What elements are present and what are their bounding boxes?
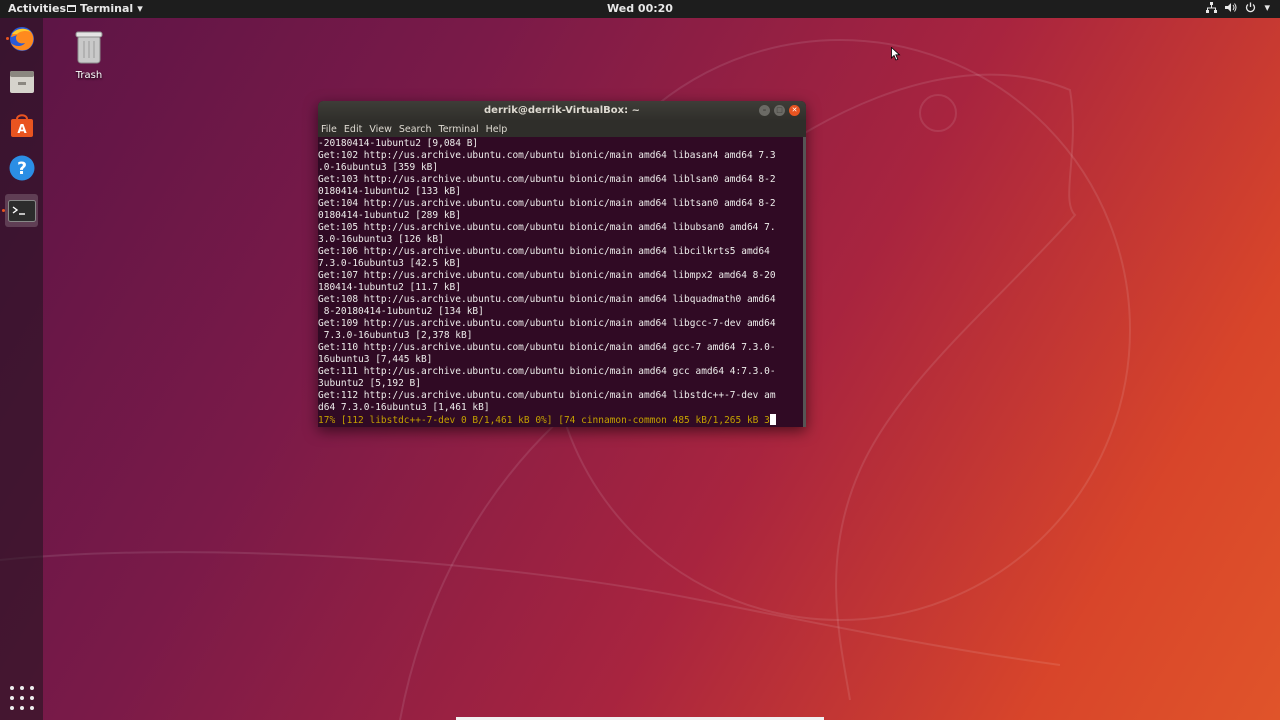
menu-item-edit[interactable]: Edit (344, 124, 362, 135)
dock-item-software[interactable]: A (5, 108, 38, 141)
software-center-icon: A (10, 113, 33, 137)
trash-label: Trash (75, 70, 103, 81)
terminal-line: Get:104 http://us.archive.ubuntu.com/ubu… (318, 198, 776, 209)
terminal-window[interactable]: derrik@derrik-VirtualBox: ~ – □ ✕ File Ed… (318, 101, 806, 427)
terminal-line: 3ubuntu2 [5,192 B] (318, 378, 421, 389)
desktop: Activities Terminal ▾ Wed 00:20 ▾ A ? Tr… (0, 0, 1280, 720)
power-icon (1246, 2, 1256, 13)
text-cursor (769, 414, 776, 425)
dock: A ? (0, 18, 43, 720)
files-icon (9, 70, 34, 93)
dock-item-terminal[interactable] (2, 194, 38, 227)
menu-item-help[interactable]: Help (486, 124, 508, 135)
terminal-menubar: File Edit View Search Terminal Help (318, 121, 806, 137)
trash-icon (75, 31, 103, 64)
top-bar: Activities Terminal ▾ Wed 00:20 ▾ (0, 0, 1280, 18)
dock-item-help[interactable]: ? (5, 151, 38, 184)
menu-item-search[interactable]: Search (399, 124, 432, 135)
terminal-titlebar[interactable]: derrik@derrik-VirtualBox: ~ – □ ✕ (318, 101, 806, 121)
svg-text:?: ? (17, 159, 27, 179)
svg-text:A: A (17, 122, 27, 136)
terminal-line: Get:109 http://us.archive.ubuntu.com/ubu… (318, 318, 776, 329)
menu-item-file[interactable]: File (321, 124, 337, 135)
system-tray[interactable]: ▾ (1206, 1, 1270, 14)
mouse-pointer-icon (891, 47, 901, 61)
terminal-line: Get:107 http://us.archive.ubuntu.com/ubu… (318, 270, 776, 281)
show-applications-icon[interactable] (10, 686, 34, 710)
terminal-line: Get:102 http://us.archive.ubuntu.com/ubu… (318, 150, 776, 161)
menu-item-terminal[interactable]: Terminal (439, 124, 479, 135)
clock[interactable]: Wed 00:20 (0, 2, 1280, 15)
progress-text: 17% [112 libstdc++-7-dev 0 B/1,461 kB 0%… (318, 415, 770, 426)
firefox-icon (9, 26, 34, 51)
dock-item-files[interactable] (5, 65, 38, 98)
terminal-icon (7, 199, 36, 222)
terminal-progress-line: 17% [112 libstdc++-7-dev 0 B/1,461 kB 0%… (318, 414, 806, 427)
network-icon (1206, 2, 1218, 13)
terminal-line: Get:111 http://us.archive.ubuntu.com/ubu… (318, 366, 776, 377)
terminal-line: Get:110 http://us.archive.ubuntu.com/ubu… (318, 342, 776, 353)
minimize-button[interactable]: – (759, 105, 770, 116)
volume-icon (1225, 3, 1237, 12)
terminal-line: 7.3.0-16ubuntu3 [2,378 kB] (318, 330, 473, 341)
maximize-button[interactable]: □ (774, 105, 785, 116)
terminal-line: 0180414-1ubuntu2 [289 kB] (318, 210, 461, 221)
running-indicator (2, 209, 5, 212)
terminal-line: 3.0-16ubuntu3 [126 kB] (318, 234, 444, 245)
terminal-line: 0180414-1ubuntu2 [133 kB] (318, 186, 461, 197)
terminal-line: Get:103 http://us.archive.ubuntu.com/ubu… (318, 174, 776, 185)
dock-item-firefox[interactable] (5, 22, 38, 55)
terminal-line: d64 7.3.0-16ubuntu3 [1,461 kB] (318, 402, 490, 413)
help-icon: ? (9, 155, 34, 180)
window-title: derrik@derrik-VirtualBox: ~ (484, 105, 640, 116)
terminal-line: 7.3.0-16ubuntu3 [42.5 kB] (318, 258, 461, 269)
terminal-line: Get:112 http://us.archive.ubuntu.com/ubu… (318, 390, 776, 401)
terminal-line: Get:106 http://us.archive.ubuntu.com/ubu… (318, 246, 770, 257)
terminal-line: 8-20180414-1ubuntu2 [134 kB] (318, 306, 484, 317)
terminal-line: 180414-1ubuntu2 [11.7 kB] (318, 282, 461, 293)
terminal-output[interactable]: -20180414-1ubuntu2 [9,084 B] Get:102 http… (318, 137, 806, 414)
close-button[interactable]: ✕ (789, 105, 800, 116)
menu-item-view[interactable]: View (369, 124, 392, 135)
terminal-line: Get:105 http://us.archive.ubuntu.com/ubu… (318, 222, 776, 233)
chevron-down-icon: ▾ (1264, 1, 1270, 14)
terminal-line: -20180414-1ubuntu2 [9,084 B] (318, 138, 479, 149)
terminal-line: Get:108 http://us.archive.ubuntu.com/ubu… (318, 294, 776, 305)
terminal-scrollbar[interactable] (803, 137, 806, 427)
desktop-trash[interactable]: Trash (72, 30, 106, 81)
terminal-line: .0-16ubuntu3 [359 kB] (318, 162, 439, 173)
terminal-line: 16ubuntu3 [7,445 kB] (318, 354, 433, 365)
running-indicator (6, 37, 9, 40)
